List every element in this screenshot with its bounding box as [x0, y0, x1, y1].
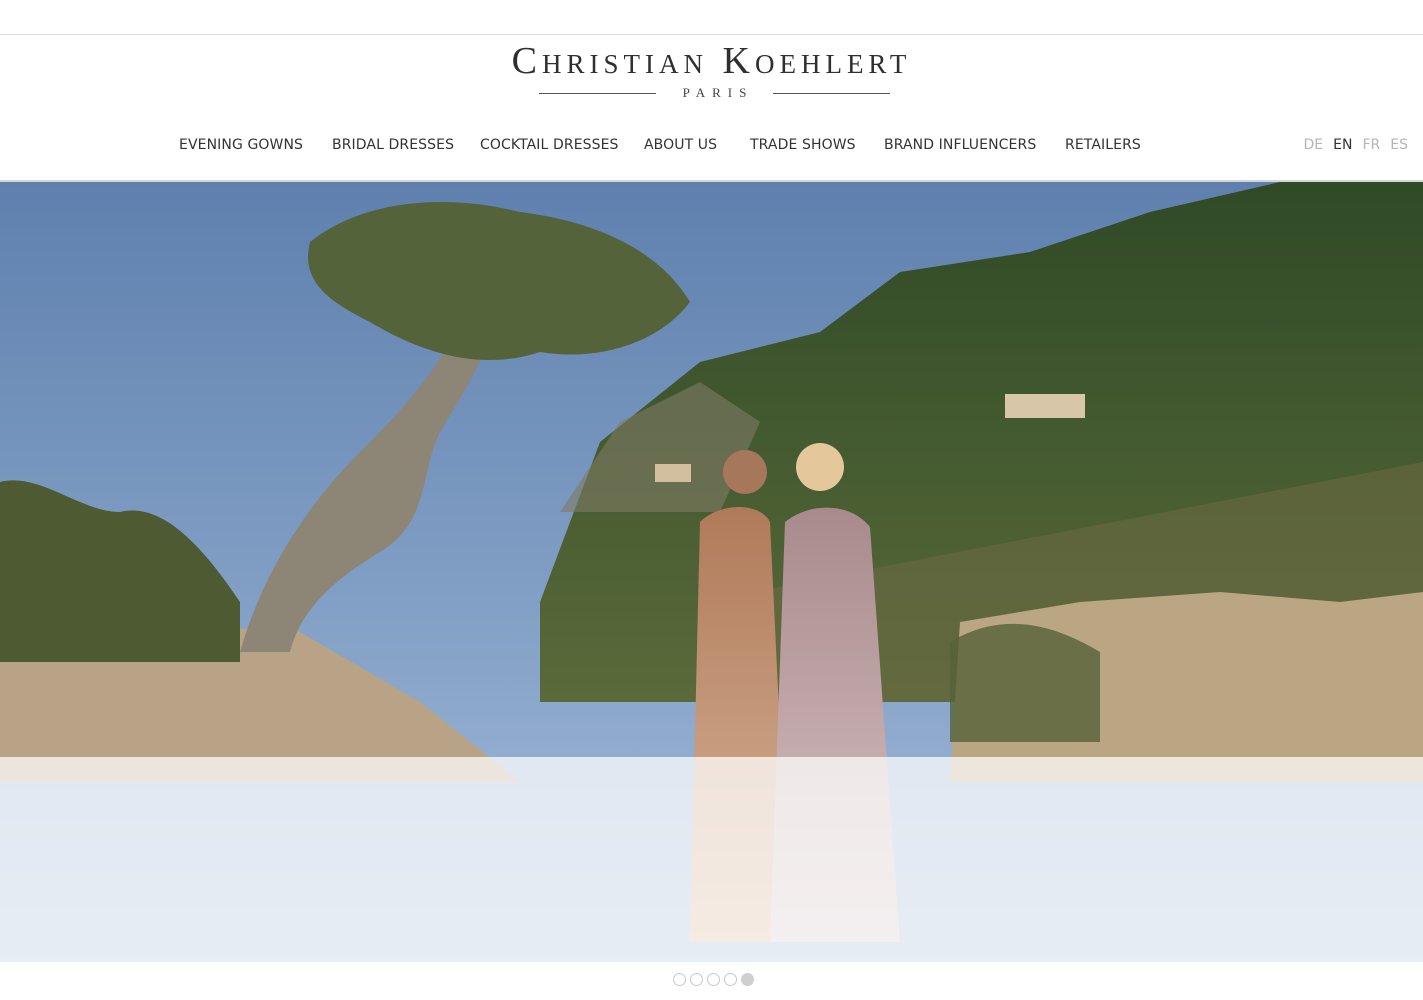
nav-item-cocktail-dresses[interactable]: COCKTAIL DRESSES: [480, 134, 619, 156]
language-switcher: DE EN FR ES: [1304, 134, 1408, 156]
nav-item-trade-shows[interactable]: TRADE SHOWS: [750, 134, 856, 156]
brand-city: PARIS: [682, 85, 754, 100]
slider-dot-5[interactable]: [741, 973, 754, 986]
slider-dot-3[interactable]: [707, 973, 720, 986]
slider-dot-2[interactable]: [690, 973, 703, 986]
logo-divider-left: [539, 93, 656, 94]
slider-pagination: [673, 973, 754, 986]
slider-dot-4[interactable]: [724, 973, 737, 986]
lang-de[interactable]: DE: [1304, 134, 1324, 156]
brand-tagline-row: PARIS: [0, 86, 1423, 100]
logo-divider-right: [773, 93, 890, 94]
lang-en[interactable]: EN: [1333, 134, 1352, 156]
brand-logo[interactable]: Christian Koehlert: [0, 40, 1423, 82]
hero-slider[interactable]: [0, 182, 1423, 962]
nav-item-retailers[interactable]: RETAILERS: [1065, 134, 1141, 156]
main-navigation: EVENING GOWNS BRIDAL DRESSES COCKTAIL DR…: [0, 134, 1423, 156]
hero-overlay: [0, 757, 1423, 962]
lang-es[interactable]: ES: [1390, 134, 1408, 156]
nav-item-about-us[interactable]: ABOUT US: [644, 134, 717, 156]
nav-item-bridal-dresses[interactable]: BRIDAL DRESSES: [332, 134, 454, 156]
slider-dot-1[interactable]: [673, 973, 686, 986]
nav-item-evening-gowns[interactable]: EVENING GOWNS: [179, 134, 303, 156]
lang-fr[interactable]: FR: [1362, 134, 1380, 156]
brand-name: Christian Koehlert: [511, 40, 912, 82]
nav-item-brand-influencers[interactable]: BRAND INFLUENCERS: [884, 134, 1036, 156]
top-bar: [0, 0, 1423, 35]
